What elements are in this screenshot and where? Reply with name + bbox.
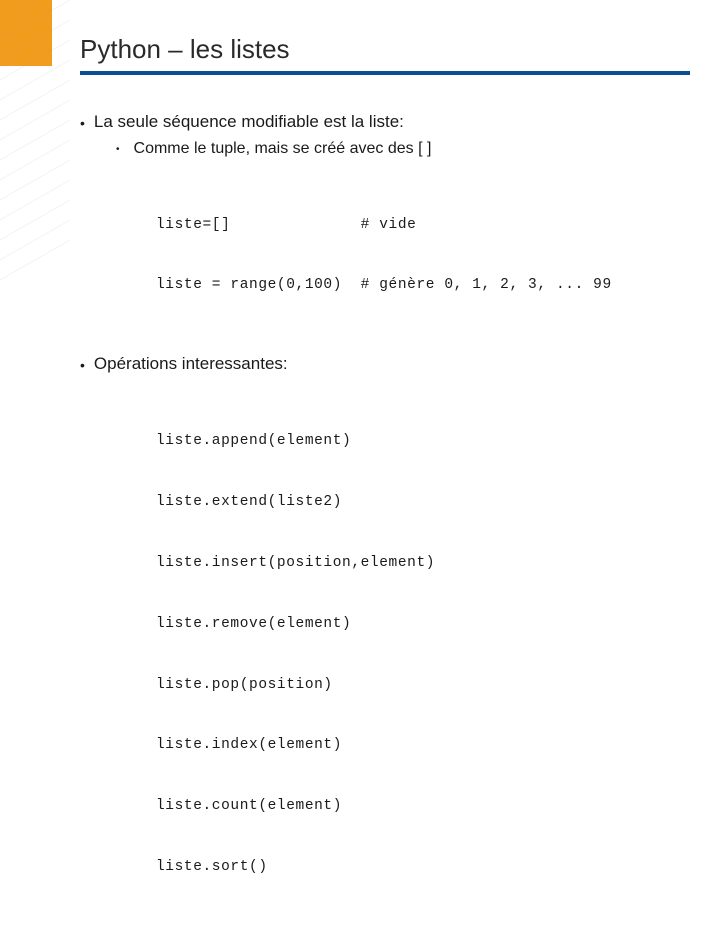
code-line: liste.extend(liste2)	[156, 492, 700, 512]
code-line: liste = range(0,100) # génère 0, 1, 2, 3…	[156, 275, 700, 295]
code-block: liste=[] # vide liste = range(0,100) # g…	[156, 174, 700, 336]
code-line: liste.sort()	[156, 857, 700, 877]
bullet-dot-icon: •	[80, 354, 85, 376]
code-line: liste.index(element)	[156, 735, 700, 755]
bullet-dot-icon: •	[116, 140, 120, 160]
bullet-item: • La seule séquence modifiable est la li…	[80, 112, 700, 134]
slide-title: Python – les listes	[80, 34, 700, 65]
slide-content: • La seule séquence modifiable est la li…	[80, 108, 700, 932]
bullet-item: • Opérations interessantes:	[80, 354, 700, 376]
sub-bullet-item: • Comme le tuple, mais se créé avec des …	[116, 140, 700, 160]
code-line: liste.remove(element)	[156, 614, 700, 634]
sub-bullet-text: Comme le tuple, mais se créé avec des [ …	[134, 140, 432, 160]
code-line: liste.count(element)	[156, 796, 700, 816]
code-line: liste=[] # vide	[156, 215, 700, 235]
slide-left-decoration	[0, 0, 70, 540]
code-line: liste.append(element)	[156, 431, 700, 451]
title-underline	[80, 71, 690, 75]
bullet-text: La seule séquence modifiable est la list…	[94, 112, 404, 134]
code-block: liste.append(element) liste.extend(liste…	[156, 390, 700, 918]
slide-title-area: Python – les listes	[80, 34, 700, 75]
code-line: liste.pop(position)	[156, 675, 700, 695]
diagonal-lines-pattern	[0, 0, 70, 540]
bullet-dot-icon: •	[80, 112, 85, 134]
code-line: liste.insert(position,element)	[156, 553, 700, 573]
bullet-text: Opérations interessantes:	[94, 354, 288, 376]
